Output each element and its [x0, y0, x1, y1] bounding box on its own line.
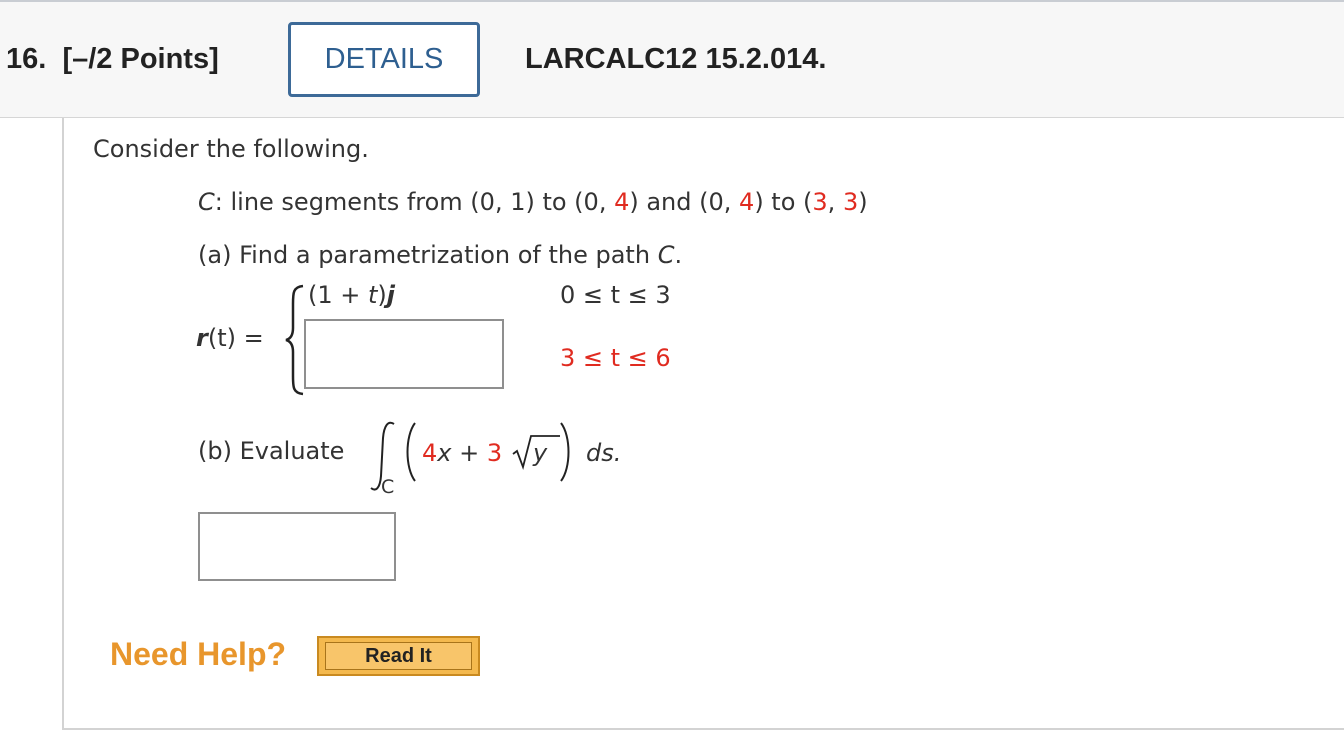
piece-1-expr-close: ) [377, 281, 387, 309]
integrand-var-x: x [437, 439, 452, 467]
integral-answer-input[interactable] [198, 512, 396, 581]
curve-label: C [198, 188, 215, 216]
integral-subscript: C [381, 476, 395, 498]
part-a-prompt-var: C [657, 241, 675, 269]
details-button[interactable]: DETAILS [288, 22, 480, 97]
piece-2-domain: 3 ≤ t ≤ 6 [560, 344, 671, 372]
part-a-prompt: (a) Find a parametrization of the path C… [198, 241, 682, 269]
r-vector-symbol: r [196, 324, 208, 352]
piece-1-domain: 0 ≤ t ≤ 3 [560, 281, 671, 309]
piece-1-expr-open: (1 + [308, 281, 368, 309]
piece-1-expr-t: t [368, 281, 378, 309]
curve-text-3: ) to ( [754, 188, 813, 216]
question-number-points: 16. [–/2 Points] [6, 43, 219, 76]
part-b-prompt: (b) Evaluate [198, 437, 345, 465]
read-it-label: Read It [325, 642, 472, 670]
question-header: 16. [–/2 Points] DETAILS LARCALC12 15.2.… [0, 2, 1344, 118]
question-number: 16. [6, 43, 47, 75]
right-paren [560, 422, 570, 482]
left-paren [406, 422, 416, 482]
curve-description: C: line segments from (0, 1) to (0, 4) a… [198, 188, 868, 216]
ds-label: ds. [586, 439, 622, 467]
question-code: LARCALC12 15.2.014. [525, 43, 827, 75]
part-a-prompt-text: (a) Find a parametrization of the path [198, 241, 658, 269]
curve-text-end: ) [858, 188, 868, 216]
piecewise-brace [285, 284, 304, 396]
integrand-coef-2: 3 [486, 439, 503, 467]
intro-text: Consider the following. [93, 135, 369, 163]
part-a-prompt-end: . [674, 241, 683, 269]
integrand-plus: + [451, 439, 487, 467]
piece-1-expression: (1 + t)j [308, 281, 395, 309]
integrand: 4x + 3 [422, 439, 502, 467]
need-help-label: Need Help? [110, 636, 287, 672]
curve-text-2: ) and (0, [629, 188, 740, 216]
read-it-button[interactable]: Read It [317, 636, 480, 676]
r-of-t-rest: (t) = [207, 324, 264, 352]
curve-comma: , [827, 188, 843, 216]
curve-value-2: 4 [739, 188, 755, 216]
j-unit-vector: j [386, 281, 396, 309]
parametrization-piece-2-input[interactable] [304, 319, 504, 389]
curve-value-4: 3 [842, 188, 859, 216]
points-label: [–/2 Points] [62, 43, 219, 75]
integrand-coef-1: 4 [422, 439, 438, 467]
curve-value-1: 4 [614, 188, 630, 216]
r-of-t-label: r(t) = [196, 324, 264, 352]
integrand-var-y: y [533, 439, 548, 467]
curve-value-3: 3 [812, 188, 828, 216]
curve-text-1: : line segments from (0, 1) to (0, [214, 188, 615, 216]
